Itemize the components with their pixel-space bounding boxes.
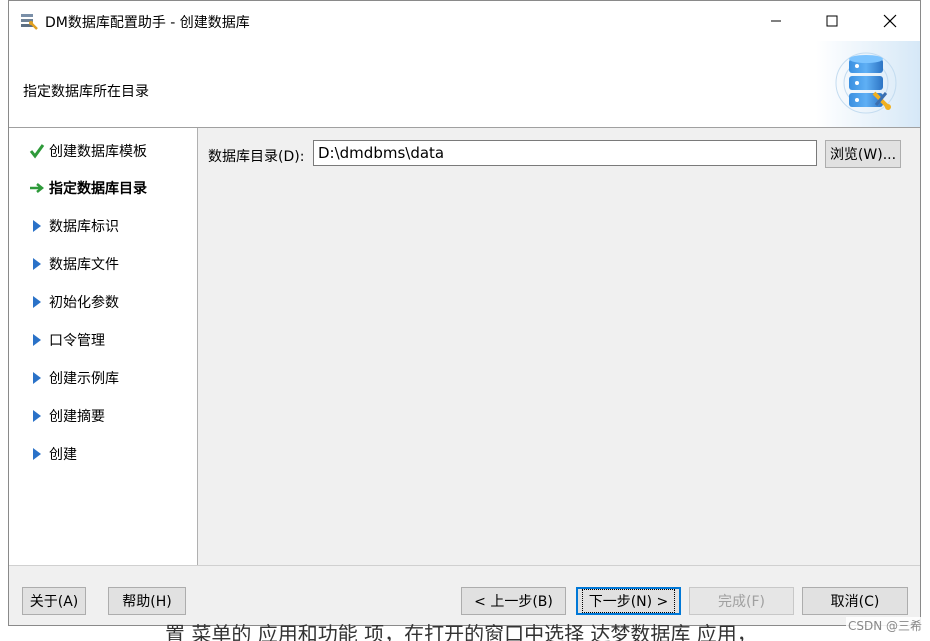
help-button[interactable]: 帮助(H) (108, 587, 186, 615)
step-db-files[interactable]: 数据库文件 (9, 252, 197, 276)
arrow-right-icon (27, 180, 47, 196)
step-db-identifier[interactable]: 数据库标识 (9, 214, 197, 238)
watermark: CSDN @三希 (845, 617, 924, 634)
step-label: 创建 (49, 447, 77, 463)
step-label: 口令管理 (49, 333, 105, 349)
close-icon (883, 14, 897, 28)
dialog-window: DM数据库配置助手 - 创建数据库 指定数据库所在目录 创建数据库模板 指定数据… (8, 0, 921, 626)
background-document-text: 置 菜单的 应用和功能 项，在打开的窗口中选择 达梦数据库 应用， (165, 622, 757, 641)
wizard-header: 指定数据库所在目录 (9, 41, 920, 128)
close-button[interactable] (867, 1, 913, 41)
next-button-label: 下一步(N) > (581, 589, 676, 613)
step-label: 创建摘要 (49, 409, 105, 425)
steps-sidebar: 创建数据库模板 指定数据库目录 数据库标识 数据库文件 初始化参数 口令管理 创… (9, 128, 198, 565)
footer-divider (9, 565, 920, 566)
about-button[interactable]: 关于(A) (22, 587, 86, 615)
minimize-button[interactable] (753, 1, 799, 41)
triangle-right-icon (27, 294, 47, 310)
triangle-right-icon (27, 256, 47, 272)
maximize-icon (826, 15, 838, 27)
content-panel: 数据库目录(D): 浏览(W)... (198, 128, 920, 565)
step-db-directory[interactable]: 指定数据库目录 (9, 176, 197, 200)
triangle-right-icon (27, 446, 47, 462)
next-button[interactable]: 下一步(N) > (576, 587, 681, 615)
minimize-icon (770, 15, 782, 27)
step-label: 数据库文件 (49, 257, 119, 273)
step-summary[interactable]: 创建摘要 (9, 404, 197, 428)
window-title: DM数据库配置助手 - 创建数据库 (45, 15, 250, 31)
triangle-right-icon (27, 408, 47, 424)
cancel-button[interactable]: 取消(C) (802, 587, 908, 615)
step-label: 初始化参数 (49, 295, 119, 311)
app-icon (19, 11, 39, 31)
db-directory-label: 数据库目录(D): (208, 149, 305, 165)
maximize-button[interactable] (809, 1, 855, 41)
step-label: 指定数据库目录 (49, 181, 147, 197)
triangle-right-icon (27, 332, 47, 348)
browse-button[interactable]: 浏览(W)... (825, 140, 901, 168)
step-sample-db[interactable]: 创建示例库 (9, 366, 197, 390)
step-create-template[interactable]: 创建数据库模板 (9, 139, 197, 163)
database-config-icon (816, 41, 920, 127)
finish-button[interactable]: 完成(F) (689, 587, 794, 615)
step-create[interactable]: 创建 (9, 442, 197, 466)
check-icon (27, 143, 47, 159)
header-subtitle: 指定数据库所在目录 (23, 84, 149, 100)
step-label: 创建示例库 (49, 371, 119, 387)
step-label: 创建数据库模板 (49, 144, 147, 160)
step-init-params[interactable]: 初始化参数 (9, 290, 197, 314)
triangle-right-icon (27, 370, 47, 386)
db-directory-input[interactable] (313, 140, 817, 166)
title-bar: DM数据库配置助手 - 创建数据库 (9, 1, 920, 41)
step-password-mgmt[interactable]: 口令管理 (9, 328, 197, 352)
step-label: 数据库标识 (49, 219, 119, 235)
triangle-right-icon (27, 218, 47, 234)
prev-button[interactable]: < 上一步(B) (461, 587, 566, 615)
